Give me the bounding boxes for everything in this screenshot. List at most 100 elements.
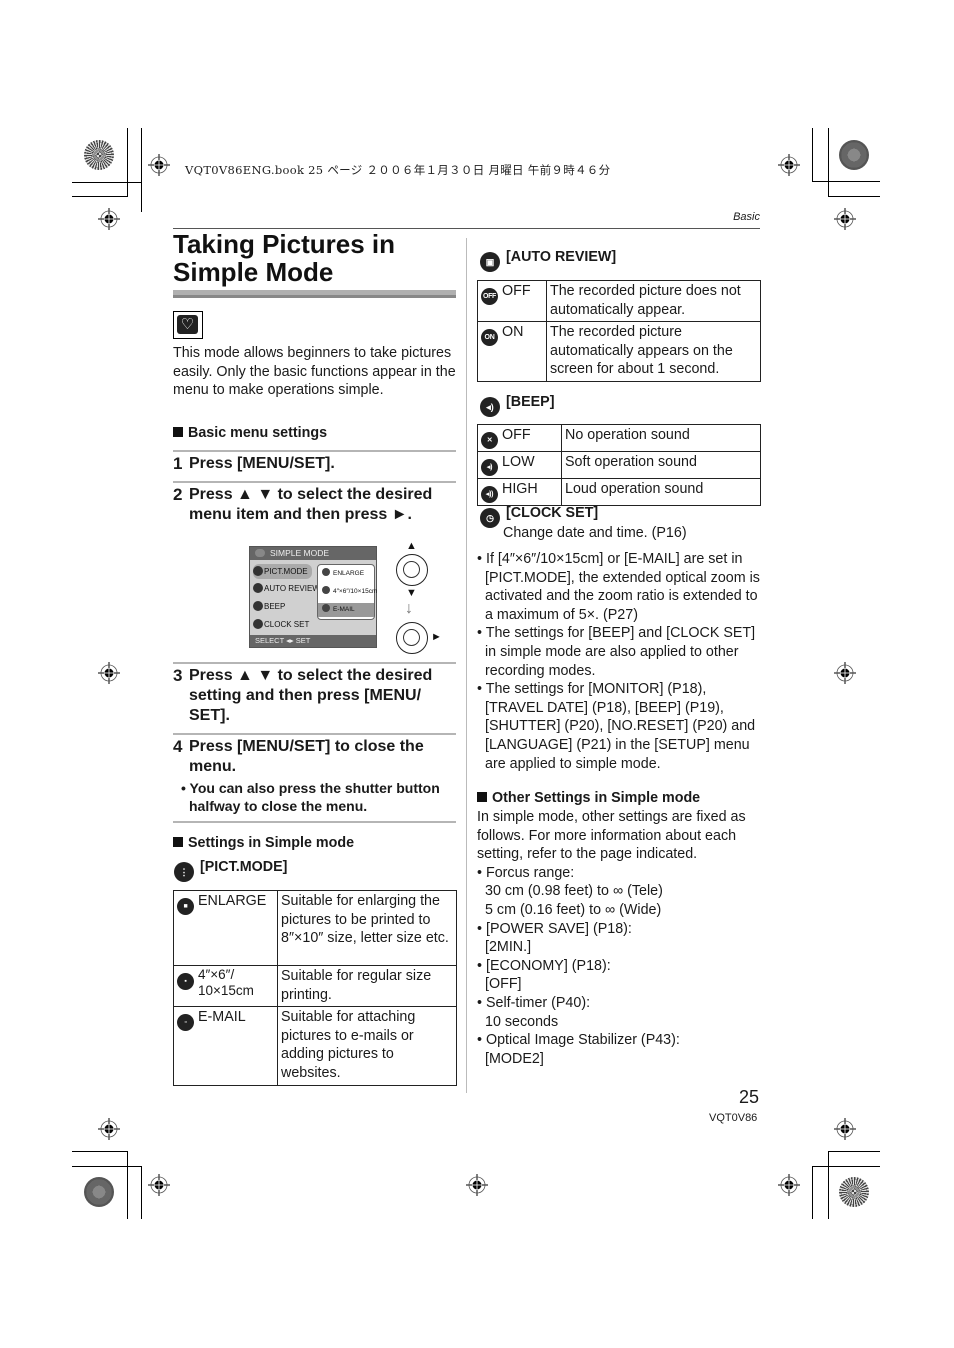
off-icon: OFF xyxy=(481,288,498,305)
pict-mode-table: ■ ENLARGE Suitable for enlarging the pict… xyxy=(173,890,457,1086)
step-4: 4 Press [MENU/SET] to close the menu. • … xyxy=(173,737,458,815)
square-bullet-icon xyxy=(477,792,487,802)
email-icon: ▫ xyxy=(177,1014,194,1032)
registration-mark-icon xyxy=(98,1118,120,1140)
pict-mode-icon: ⋮ xyxy=(174,862,194,882)
registration-mark-icon xyxy=(778,154,800,176)
description-cell: Suitable for enlarging the pictures to b… xyxy=(277,890,457,966)
heading-text: Basic menu settings xyxy=(188,425,328,441)
auto-review-table: OFF OFF The recorded picture does not aut… xyxy=(477,279,761,382)
option-cell: ✕ OFF xyxy=(477,424,562,452)
color-rosette-icon xyxy=(839,140,869,170)
page-number: 25 xyxy=(739,1087,760,1107)
auto-review-icon: ▣ xyxy=(480,252,500,272)
print-slug: VQT0V86ENG.book 25 ページ ２００６年１月３０日 月曜日 午前… xyxy=(185,163,611,177)
lcd-menu-item: CLOCK SET xyxy=(253,617,309,632)
lcd-option: ENLARGE xyxy=(322,567,364,581)
step-text: Press [MENU/SET] to close the menu. xyxy=(189,738,424,775)
lcd-footer-text: SELECT ◂▸ SET xyxy=(255,636,311,645)
beep-table: ✕ OFF No operation sound ◂) LOW Soft opera… xyxy=(477,424,761,506)
step-3: 3 Press ▲ ▼ to select the desired settin… xyxy=(173,666,458,726)
beep-icon: ◂) xyxy=(480,397,500,417)
registration-mark-icon xyxy=(834,662,856,684)
lcd-menu-label: PICT.MODE xyxy=(264,567,308,576)
step-divider xyxy=(173,821,456,823)
table-row: ◂)) HIGH Loud operation sound xyxy=(477,478,761,506)
registration-mark-icon xyxy=(834,208,856,230)
color-rosette-icon xyxy=(84,140,114,170)
color-rosette-icon xyxy=(839,1177,869,1207)
note-text: If [4″×6″/10×15cm] or [E-MAIL] are set i… xyxy=(485,551,760,623)
heading-text: [PICT.MODE] xyxy=(200,859,288,875)
step-number: 1 xyxy=(173,454,183,473)
lcd-option-popup: ENLARGE 4″×6″/10×15cm E-MAIL xyxy=(317,564,377,620)
section-label: Basic xyxy=(733,211,760,223)
page-title: Taking Pictures in Simple Mode xyxy=(173,230,395,286)
clock-set-description: Change date and time. (P16) xyxy=(503,525,687,541)
settings-heading: Settings in Simple mode xyxy=(173,835,354,851)
table-row: ON ON The recorded picture automatically … xyxy=(477,321,761,382)
step-divider xyxy=(173,481,456,483)
color-rosette-icon xyxy=(84,1177,114,1207)
clock-icon: ◷ xyxy=(480,508,500,528)
arrow-up-icon: ▲ xyxy=(406,540,417,552)
lcd-option-label: ENLARGE xyxy=(333,570,365,577)
square-bullet-icon xyxy=(173,427,183,437)
camera-menu-screen: SIMPLE MODE PICT.MODE AUTO REVIEW BEEP C… xyxy=(249,546,377,648)
table-row: ◂) LOW Soft operation sound xyxy=(477,451,761,479)
lcd-menu-item: PICT.MODE xyxy=(253,564,312,579)
lcd-menu-label: AUTO REVIEW xyxy=(264,584,320,593)
option-cell: ▪ 4″×6″/ 10×15cm xyxy=(173,964,278,1008)
lcd-option: E-MAIL xyxy=(318,603,374,617)
description-cell: No operation sound xyxy=(561,424,761,452)
title-underline xyxy=(173,290,456,298)
table-row: ▪ 4″×6″/ 10×15cm Suitable for regular siz… xyxy=(173,964,457,1008)
option-label: HIGH xyxy=(502,481,538,497)
heading-text: Other Settings in Simple mode xyxy=(492,790,701,806)
column-divider xyxy=(466,238,467,1093)
setting-item: • Optical Image Stabilizer (P43): xyxy=(477,1032,680,1049)
print-size-icon: ▪ xyxy=(177,973,194,990)
lcd-menu: PICT.MODE AUTO REVIEW BEEP CLOCK SET ENL… xyxy=(250,560,377,635)
registration-mark-icon xyxy=(778,1174,800,1196)
print-size-icon xyxy=(322,586,330,594)
intro-paragraph: This mode allows beginners to take pictu… xyxy=(173,345,456,399)
cursor-pad-icon xyxy=(396,622,428,654)
setting-label: Forcus range: xyxy=(485,864,575,881)
lcd-option-label: E-MAIL xyxy=(333,606,355,613)
step-1: 1 Press [MENU/SET]. xyxy=(173,454,458,474)
step-number: 2 xyxy=(173,485,183,504)
lcd-option: 4″×6″/10×15cm xyxy=(322,585,377,599)
table-row: ✕ OFF No operation sound xyxy=(477,424,761,452)
speaker-high-icon: ◂)) xyxy=(481,486,498,503)
email-icon xyxy=(322,604,330,612)
description-cell: Suitable for regular size printing. xyxy=(277,964,457,1008)
registration-mark-icon xyxy=(834,1118,856,1140)
option-cell: ◂) LOW xyxy=(477,451,562,479)
option-cell: ON ON xyxy=(477,321,547,382)
page-title-line: Taking Pictures in xyxy=(173,229,396,259)
simple-mode-icon: ♡ xyxy=(173,311,203,339)
step-number: 3 xyxy=(173,666,183,685)
step-text: Press [MENU/SET]. xyxy=(189,455,335,472)
step-number: 4 xyxy=(173,737,183,756)
pict-mode-heading: ⋮ [PICT.MODE] xyxy=(174,859,287,882)
step-text: Press ▲ ▼ to select the desired setting … xyxy=(189,667,433,724)
description-cell: Soft operation sound xyxy=(561,451,761,479)
lcd-menu-item: BEEP xyxy=(253,599,285,614)
step-2: 2 Press ▲ ▼ to select the desired menu i… xyxy=(173,485,458,525)
setting-item: • Forcus range: xyxy=(477,864,575,881)
basic-menu-heading: Basic menu settings xyxy=(173,425,327,441)
setting-value: 30 cm (0.98 feet) to ∞ (Tele) xyxy=(485,883,663,900)
setting-label: [POWER SAVE] (P18): xyxy=(485,920,632,937)
lcd-option-label: 4″×6″/10×15cm xyxy=(333,588,378,595)
mute-icon: ✕ xyxy=(481,432,498,449)
setting-value: 10 seconds xyxy=(485,1013,559,1030)
setting-label: Optical Image Stabilizer (P43): xyxy=(485,1032,680,1049)
registration-mark-icon xyxy=(466,1174,488,1196)
registration-mark-icon xyxy=(148,154,170,176)
registration-mark-icon xyxy=(148,1174,170,1196)
heading-text: [CLOCK SET] xyxy=(506,505,599,521)
lcd-title: SIMPLE MODE xyxy=(270,548,330,558)
note-text: The settings for [MONITOR] (P18), [TRAVE… xyxy=(485,681,756,772)
